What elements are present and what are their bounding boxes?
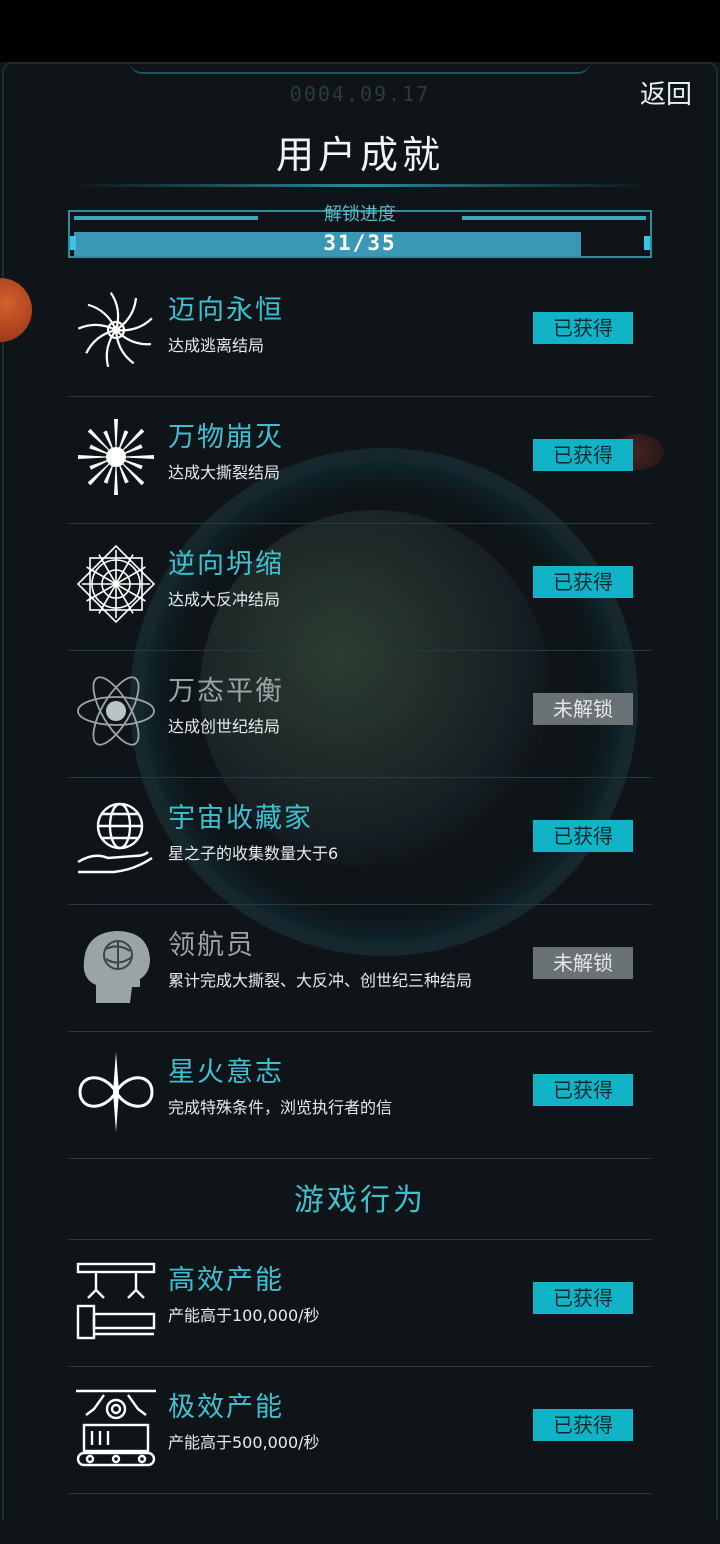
unlock-progress: 解锁进度 31/35 bbox=[68, 204, 652, 258]
status-badge-obtained: 已获得 bbox=[533, 1409, 633, 1441]
achievement-description: 完成特殊条件，浏览执行者的信 bbox=[168, 1098, 393, 1117]
progress-count: 31/35 bbox=[323, 231, 397, 255]
achievement-name: 宇宙收藏家 bbox=[168, 803, 313, 834]
status-badge-obtained: 已获得 bbox=[533, 566, 633, 598]
progress-label: 解锁进度 bbox=[324, 204, 396, 225]
achievement-name: 万物崩灭 bbox=[168, 422, 284, 453]
achievement-name: 迈向永恒 bbox=[168, 295, 284, 326]
achievement-name: 万态平衡 bbox=[168, 676, 284, 707]
achievement-description: 达成逃离结局 bbox=[168, 336, 265, 355]
achievement-item: 逆向坍缩达成大反冲结局 已获得 bbox=[68, 524, 652, 651]
top-notch bbox=[130, 62, 590, 74]
title-divider bbox=[68, 184, 652, 187]
achievement-name: 极效产能 bbox=[168, 1392, 284, 1423]
status-badge-obtained: 已获得 bbox=[533, 312, 633, 344]
achievement-description: 产能高于500,000/秒 bbox=[168, 1433, 320, 1452]
achievements-panel: 0004.09.17 返回 用户成就 解锁进度 31/35 迈向永恒达成逃离结局… bbox=[0, 62, 720, 1544]
section-header: 游戏行为 bbox=[68, 1159, 652, 1240]
status-badge-locked: 未解锁 bbox=[533, 693, 633, 725]
brain-head-icon bbox=[74, 923, 158, 1007]
achievement-item: 领航员累计完成大撕裂、大反冲、创世纪三种结局 未解锁 bbox=[68, 905, 652, 1032]
achievement-item: 极效产能产能高于500,000/秒 已获得 bbox=[68, 1367, 652, 1494]
crystal-icon bbox=[74, 542, 158, 626]
atom-icon bbox=[74, 669, 158, 753]
achievement-item: 宇宙收藏家星之子的收集数量大于6 已获得 bbox=[68, 778, 652, 905]
page-title: 用户成就 bbox=[275, 133, 444, 177]
infinity-icon bbox=[74, 1050, 158, 1134]
achievement-name: 领航员 bbox=[168, 930, 255, 961]
achievement-description: 达成大撕裂结局 bbox=[168, 463, 281, 482]
back-button[interactable]: 返回 bbox=[640, 74, 692, 111]
gear-robot-icon bbox=[74, 1385, 158, 1469]
status-badge-obtained: 已获得 bbox=[533, 1074, 633, 1106]
achievement-item: 万物崩灭达成大撕裂结局 已获得 bbox=[68, 397, 652, 524]
section-title: 游戏行为 bbox=[294, 1183, 426, 1218]
starburst-icon bbox=[74, 415, 158, 499]
achievement-name: 星火意志 bbox=[168, 1057, 284, 1088]
achievement-description: 产能高于100,000/秒 bbox=[168, 1306, 320, 1325]
bottom-fade bbox=[0, 1520, 720, 1544]
status-badge-obtained: 已获得 bbox=[533, 1282, 633, 1314]
achievement-description: 达成创世纪结局 bbox=[168, 717, 281, 736]
achievement-item: 万态平衡达成创世纪结局 未解锁 bbox=[68, 651, 652, 778]
achievement-description: 累计完成大撕裂、大反冲、创世纪三种结局 bbox=[168, 971, 473, 990]
status-badge-obtained: 已获得 bbox=[533, 820, 633, 852]
achievement-description: 达成大反冲结局 bbox=[168, 590, 281, 609]
factory-arm-icon bbox=[74, 1258, 158, 1342]
achievement-item: 高效产能产能高于100,000/秒 已获得 bbox=[68, 1240, 652, 1367]
game-date: 0004.09.17 bbox=[289, 82, 431, 106]
vortex-icon bbox=[74, 288, 158, 372]
achievement-name: 逆向坍缩 bbox=[168, 549, 284, 580]
globe-hand-icon bbox=[74, 796, 158, 880]
status-badge-obtained: 已获得 bbox=[533, 439, 633, 471]
achievement-name: 高效产能 bbox=[168, 1265, 284, 1296]
status-badge-locked: 未解锁 bbox=[533, 947, 633, 979]
achievement-description: 星之子的收集数量大于6 bbox=[168, 844, 339, 863]
achievement-item: 迈向永恒达成逃离结局 已获得 bbox=[68, 270, 652, 397]
achievement-item: 星火意志完成特殊条件，浏览执行者的信 已获得 bbox=[68, 1032, 652, 1159]
achievement-list: 迈向永恒 达成逃离结局 已获得 万物崩灭 达成大撕裂结局 已获得 逆向坍缩 达成大反冲结局 已获… bbox=[68, 270, 652, 1494]
